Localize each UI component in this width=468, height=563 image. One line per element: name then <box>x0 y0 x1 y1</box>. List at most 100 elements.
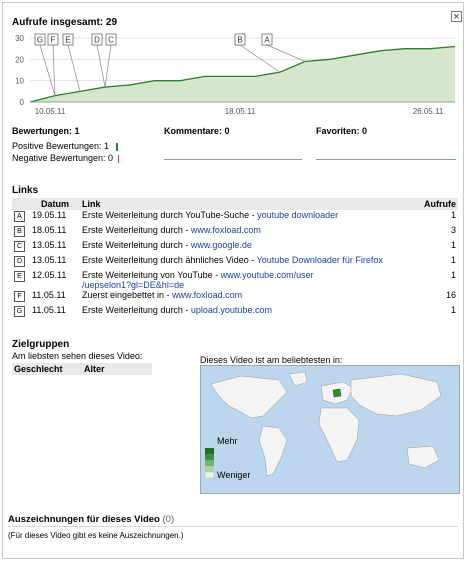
link-row: G 11.05.11 Erste Weiterleitung durch - upl… <box>12 305 458 320</box>
asia-shape <box>350 373 442 417</box>
link-date: 11.05.11 <box>32 290 66 300</box>
link-text: Erste Weiterleitung durch ähnliches Vide… <box>82 255 257 265</box>
positive-ratings-label: Positive Bewertungen: 1 <box>12 141 110 151</box>
link-row: D 13.05.11 Erste Weiterleitung durch ähnli… <box>12 255 458 270</box>
event-marker-label: A <box>264 36 270 45</box>
world-map: Mehr Weniger <box>200 365 460 494</box>
germany-highlight <box>332 388 342 398</box>
event-marker-line <box>67 44 81 92</box>
audience-subheading: Am liebsten sehen dieses Video: <box>12 351 143 361</box>
link-marker-cell: A <box>12 210 30 225</box>
links-header-row: Datum Link Aufrufe <box>12 198 458 210</box>
link-date: 11.05.11 <box>32 305 66 315</box>
views-header: Aufrufe <box>414 198 458 210</box>
link-url[interactable]: www.foxload.com <box>191 225 261 235</box>
map-legend <box>204 448 215 479</box>
marker-header <box>12 198 30 210</box>
event-marker-label: B <box>237 36 242 45</box>
ratings-total: Bewertungen: 1 <box>12 126 80 136</box>
link-description: Erste Weiterleitung durch - upload.youtu… <box>80 305 414 320</box>
link-marker-badge: E <box>14 271 25 282</box>
link-marker-cell: G <box>12 305 30 320</box>
event-marker-line <box>39 44 56 96</box>
link-description: Erste Weiterleitung durch YouTube-Suche … <box>80 210 414 225</box>
link-row: A 19.05.11 Erste Weiterleitung durch YouTu… <box>12 210 458 225</box>
links-table: Datum Link Aufrufe A 19.05.11 Erste Weiter… <box>12 198 458 320</box>
link-url-continued[interactable]: /uepselon1?gl=DE&hl=de <box>82 280 184 290</box>
link-row: B 18.05.11 Erste Weiterleitung durch - www… <box>12 225 458 240</box>
link-row: E 12.05.11 Erste Weiterleitung von YouTube… <box>12 270 458 290</box>
legend-less-label: Weniger <box>217 470 251 480</box>
negative-bar <box>117 154 119 163</box>
link-views: 1 <box>450 210 456 220</box>
africa-shape <box>318 407 360 463</box>
event-marker-line <box>52 44 56 96</box>
link-views: 1 <box>450 305 456 315</box>
link-url[interactable]: www.youtube.com/user <box>221 270 314 280</box>
link-text: Erste Weiterleitung von YouTube - <box>82 270 221 280</box>
event-marker-line <box>239 44 281 73</box>
link-row: C 13.05.11 Erste Weiterleitung durch - www… <box>12 240 458 255</box>
date-header: Datum <box>30 198 80 210</box>
event-marker-label: E <box>65 36 70 45</box>
greenland-shape <box>288 371 308 387</box>
y-tick-label: 30 <box>15 34 24 43</box>
age-header: Alter <box>84 364 105 374</box>
link-marker-badge: F <box>14 291 25 302</box>
favorites-divider <box>316 159 456 160</box>
map-label: Dieses Video ist am beliebtesten in: <box>200 355 343 365</box>
y-tick-label: 10 <box>15 77 24 86</box>
link-marker-badge: A <box>14 211 25 222</box>
link-marker-badge: D <box>14 256 25 267</box>
event-marker-label: G <box>37 36 43 45</box>
south-america-shape <box>258 425 288 477</box>
close-button[interactable]: × <box>451 11 462 23</box>
link-marker-cell: B <box>12 225 30 240</box>
negative-ratings: Negative Bewertungen: 0 <box>12 153 119 163</box>
link-marker-cell: D <box>12 255 30 270</box>
link-url[interactable]: upload.youtube.com <box>191 305 272 315</box>
link-marker-badge: G <box>14 306 25 317</box>
link-description: Erste Weiterleitung von YouTube - www.yo… <box>80 270 414 290</box>
views-area <box>30 46 455 102</box>
link-marker-cell: F <box>12 290 30 305</box>
link-marker-cell: C <box>12 240 30 255</box>
link-date: 19.05.11 <box>32 210 67 220</box>
link-marker-cell: E <box>12 270 30 290</box>
link-views: 3 <box>450 225 456 235</box>
link-url[interactable]: www.google.de <box>191 240 252 250</box>
link-marker-badge: B <box>14 226 25 237</box>
link-header: Link <box>80 198 414 210</box>
links-heading: Links <box>12 185 39 196</box>
awards-empty-text: (Für dieses Video gibt es keine Auszeich… <box>8 531 184 540</box>
close-icon: × <box>453 11 460 23</box>
y-tick-label: 0 <box>20 98 25 107</box>
awards-title: Auszeichnungen für dieses Video (0) <box>8 514 174 525</box>
x-tick-label: 26.05.11 <box>413 107 444 116</box>
positive-ratings: Positive Bewertungen: 1 <box>12 141 118 151</box>
link-date: 18.05.11 <box>32 225 67 235</box>
link-url[interactable]: Youtube Downloader für Firefox <box>257 255 383 265</box>
legend-more-label: Mehr <box>217 436 238 446</box>
audience-table-header: Geschlecht Alter <box>12 363 152 375</box>
x-tick-label: 10.05.11 <box>35 107 66 116</box>
link-marker-badge: C <box>14 241 25 252</box>
link-description: Erste Weiterleitung durch - www.google.d… <box>80 240 414 255</box>
comments-count: Kommentare: 0 <box>164 126 230 136</box>
link-url[interactable]: youtube downloader <box>257 210 338 220</box>
australia-shape <box>406 445 440 469</box>
link-date: 13.05.11 <box>32 255 67 265</box>
awards-divider <box>8 526 458 527</box>
negative-ratings-label: Negative Bewertungen: 0 <box>12 153 114 163</box>
link-text: Erste Weiterleitung durch - <box>82 225 191 235</box>
link-url[interactable]: www.foxload.com <box>172 290 242 300</box>
link-views: 1 <box>450 255 456 265</box>
audience-heading: Zielgruppen <box>12 339 70 350</box>
link-views: 16 <box>445 290 456 300</box>
event-marker-label: D <box>94 36 100 45</box>
x-tick-label: 18.05.11 <box>225 107 256 116</box>
link-views: 1 <box>450 270 456 280</box>
link-description: Erste Weiterleitung durch - www.foxload.… <box>80 225 414 240</box>
link-text: Erste Weiterleitung durch - <box>82 305 191 315</box>
views-chart: 30 20 10 0 10.05.11 18.05.11 26.05.11 G F E D C B A <box>15 33 456 116</box>
